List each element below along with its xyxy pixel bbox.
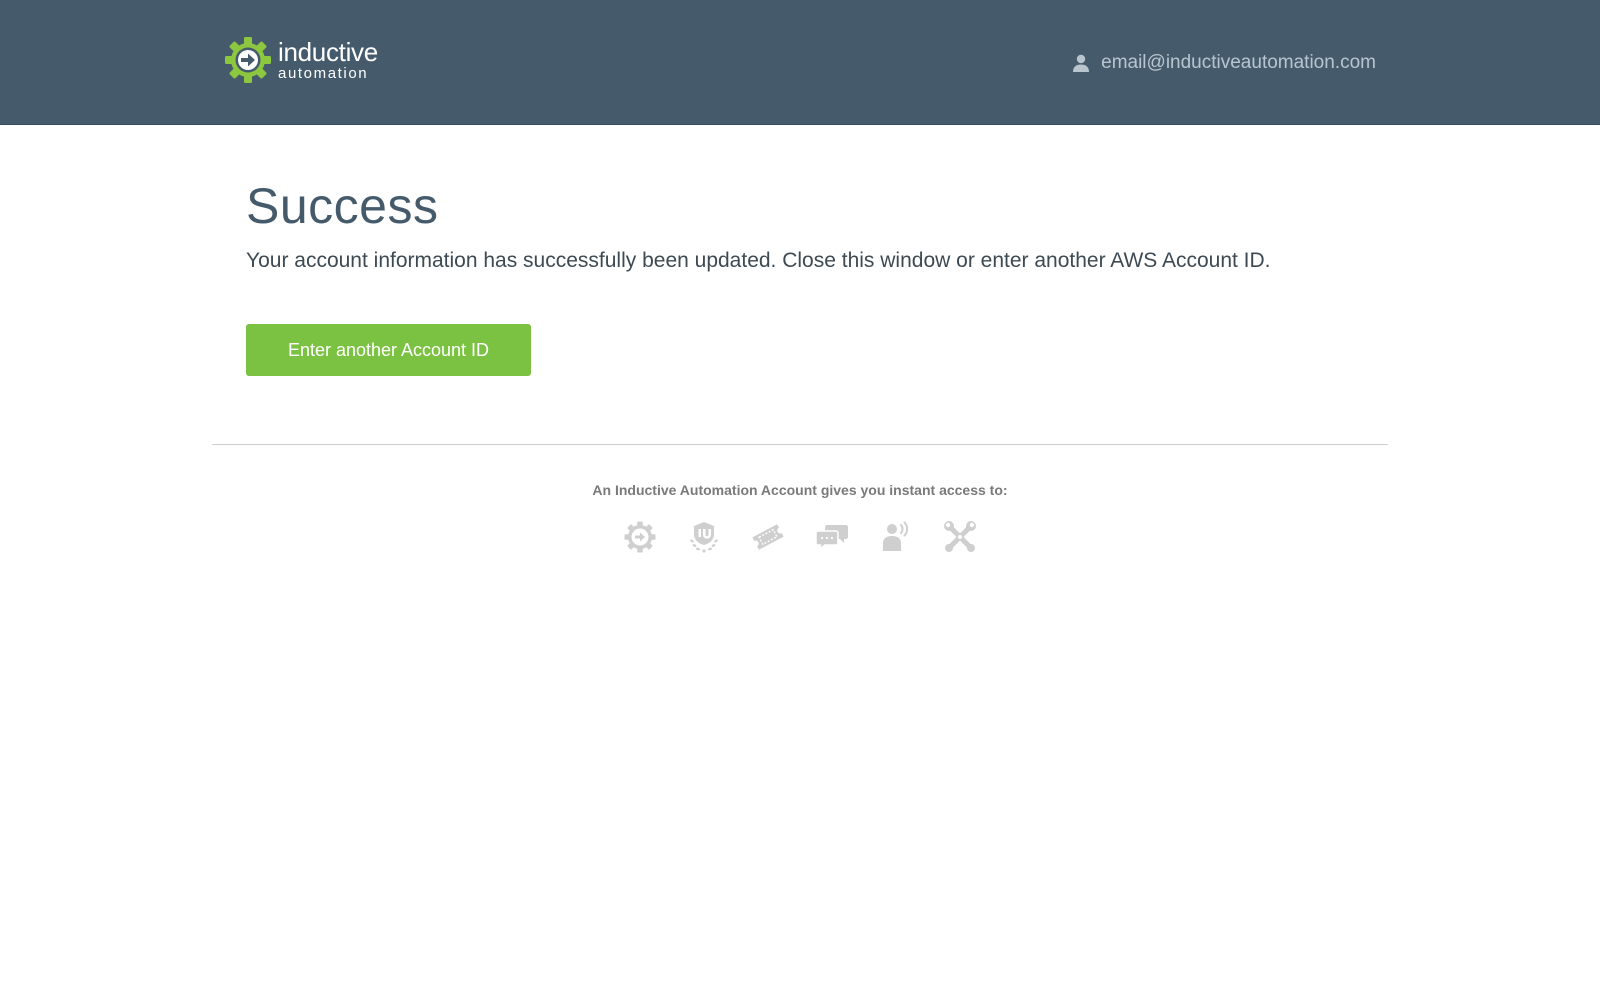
gear-arrow-icon <box>624 521 656 553</box>
section-divider <box>212 444 1388 445</box>
logo-wordmark: inductive automation <box>278 39 378 81</box>
inductive-university-badge-icon <box>690 522 718 553</box>
crossed-tools-icon <box>944 521 976 552</box>
enter-another-account-id-button[interactable]: Enter another Account ID <box>246 324 531 376</box>
chat-bubbles-icon <box>815 525 848 551</box>
page-title: Success <box>246 178 439 234</box>
gear-arrow-icon <box>225 37 271 83</box>
person-speaking-icon <box>883 521 909 551</box>
logo-line-automation: automation <box>278 65 369 82</box>
ticket-icon <box>752 524 784 550</box>
user-icon <box>1073 54 1090 72</box>
access-icons-row <box>0 520 1600 554</box>
access-info-text: An Inductive Automation Account gives yo… <box>592 482 1008 498</box>
logo-line-inductive: inductive <box>278 37 378 67</box>
main-content: Success Your account information has suc… <box>246 176 1386 376</box>
user-email: email@inductiveautomation.com <box>1101 52 1376 73</box>
user-account-menu[interactable]: email@inductiveautomation.com <box>1071 52 1376 74</box>
top-header: inductive automation email@inductiveauto… <box>0 0 1600 125</box>
success-message: Your account information has successfull… <box>246 249 1271 272</box>
inductive-automation-logo[interactable]: inductive automation <box>224 36 378 84</box>
